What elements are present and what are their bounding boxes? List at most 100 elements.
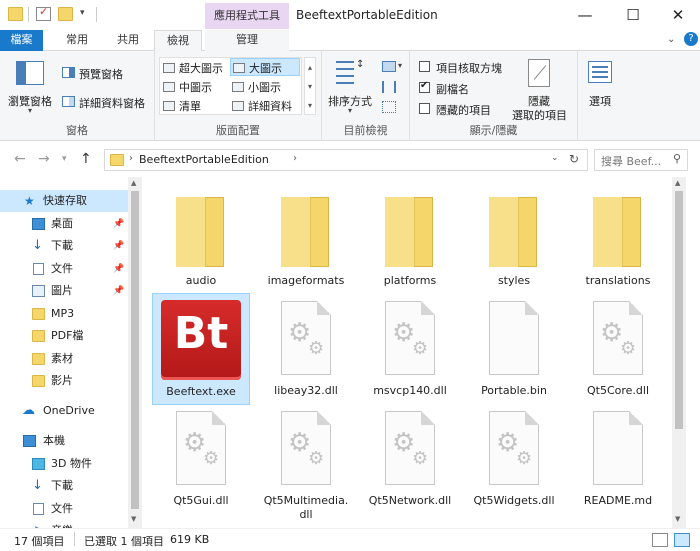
pin-icon[interactable]: 📌 [113,258,124,280]
chevron-down-icon[interactable]: ▾ [398,61,402,70]
options-icon[interactable] [588,61,612,83]
hide-selected-line2[interactable]: 選取的項目 [512,107,567,123]
address-dropdown-icon[interactable]: ⌄ [551,153,559,163]
tab-manage[interactable]: 管理 [205,30,289,51]
nav-item-onedrive[interactable]: ☁ OneDrive [0,400,128,422]
file-list-scroll-thumb[interactable] [675,191,683,429]
layout-gallery-scroll[interactable]: ▴ ▾ ▾ [304,57,316,115]
tab-share[interactable]: 共用 [104,30,152,51]
nav-item-materials[interactable]: 素材 [0,348,128,370]
nav-pane-scrollbar[interactable]: ▲ ▼ [128,177,142,528]
nav-item-downloads-pc[interactable]: ↓ 下載 [0,475,128,497]
navigation-pane: ★ 快速存取 桌面 📌 ↓ 下載 📌 文件 📌 圖片 📌 MP3 PDF檔 素材… [0,177,142,528]
file-item-audio[interactable]: audio [152,183,250,295]
file-item-qt5widgets-dll[interactable]: ⚙ ⚙ Qt5Widgets.dll [465,403,563,515]
hidden-items-checkbox[interactable] [419,103,430,114]
tab-view[interactable]: 檢視 [154,30,202,52]
file-item-qt5network-dll[interactable]: ⚙ ⚙ Qt5Network.dll [361,403,459,515]
item-check-boxes-checkbox[interactable] [419,61,430,72]
nav-item-3d-objects[interactable]: 3D 物件 [0,453,128,475]
file-list-scrollbar[interactable]: ▲ ▼ [672,177,686,528]
maximize-button[interactable]: ☐ [610,0,656,30]
options-button[interactable]: 選項 [589,93,611,109]
nav-item-quick-access[interactable]: ★ 快速存取 [0,190,128,212]
file-item-qt5core-dll[interactable]: ⚙ ⚙ Qt5Core.dll [569,293,667,405]
nav-item-documents[interactable]: 文件 📌 [0,258,128,280]
up-arrow-icon[interactable]: ↑ [80,151,92,167]
close-button[interactable]: ✕ [655,0,700,30]
file-item-readme-md[interactable]: README.md [569,403,667,515]
layout-small-icons[interactable]: 小圖示 [232,79,281,95]
help-icon[interactable]: ? [684,32,698,46]
layout-extra-large-icons[interactable]: 超大圖示 [163,60,223,76]
file-item-platforms[interactable]: platforms [361,183,459,295]
size-columns-icon[interactable] [382,101,396,113]
pin-icon[interactable]: 📌 [113,213,124,235]
details-pane-button[interactable]: 詳細資料窗格 [79,95,145,111]
file-item-imageformats[interactable]: imageformats [257,183,355,295]
nav-item-desktop[interactable]: 桌面 📌 [0,213,128,235]
nav-item-downloads[interactable]: ↓ 下載 📌 [0,235,128,257]
refresh-icon[interactable]: ↻ [569,152,579,166]
forward-arrow-icon[interactable]: → [38,151,50,167]
nav-item-videos[interactable]: 影片 [0,370,128,392]
layout-list[interactable]: 清單 [163,98,201,114]
group-by-icon[interactable] [382,61,396,72]
file-item-portable-bin[interactable]: Portable.bin [465,293,563,405]
file-item-translations[interactable]: translations [569,183,667,295]
breadcrumb-current[interactable]: BeeftextPortableEdition [139,153,269,166]
breadcrumb-separator-icon[interactable]: › [293,153,297,164]
file-item-styles[interactable]: styles [465,183,563,295]
tab-home[interactable]: 常用 [53,30,101,51]
pin-icon[interactable]: 📌 [113,235,124,257]
file-icon [593,411,643,485]
tab-file[interactable]: 檔案 [0,30,43,51]
hide-selected-items-icon[interactable] [528,59,550,87]
file-item-libeay32-dll[interactable]: ⚙ ⚙ libeay32.dll [257,293,355,405]
search-icon[interactable]: ⚲ [673,152,681,165]
preview-pane-button[interactable]: 預覽窗格 [79,66,123,82]
nav-item-pictures[interactable]: 圖片 📌 [0,280,128,302]
file-item-qt5gui-dll[interactable]: ⚙ ⚙ Qt5Gui.dll [152,403,250,515]
search-box[interactable]: 搜尋 Beef... ⚲ [594,149,688,171]
file-item-beeftext-exe[interactable]: Bt Beeftext.exe [152,293,250,405]
new-folder-icon[interactable] [58,7,73,21]
scroll-up-icon[interactable]: ▲ [675,179,680,187]
chevron-down-icon[interactable]: ▾ [348,106,352,115]
layout-details[interactable]: 詳細資料 [232,98,292,114]
breadcrumb-separator-icon: › [129,153,133,164]
layout-group: 超大圖示 大圖示 中圖示 小圖示 清單 詳細資料 ▴ ▾ ▾ 版面配置 [155,51,322,141]
navigation-pane-icon[interactable] [16,61,44,85]
large-icons-view-icon[interactable] [674,533,690,547]
nav-pane-scroll-thumb[interactable] [131,191,139,509]
address-bar[interactable]: › BeeftextPortableEdition › ⌄ ↻ [104,149,588,171]
layout-medium-icons[interactable]: 中圖示 [163,79,212,95]
collapse-ribbon-icon[interactable]: ⌄ [667,34,675,45]
scroll-up-icon[interactable]: ▲ [131,179,136,187]
scroll-down-icon[interactable]: ▼ [131,515,136,523]
nav-item-pdf[interactable]: PDF檔 [0,325,128,347]
file-name-label: Qt5Gui.dll [173,494,229,507]
properties-icon[interactable]: ✓ [36,5,51,21]
nav-item-this-pc[interactable]: 本機 [0,430,128,452]
folder-icon [32,375,45,387]
scroll-down-icon[interactable]: ▼ [675,515,680,523]
download-arrow-icon: ↓ [32,478,43,493]
chevron-down-icon[interactable]: ▾ [28,106,32,115]
details-view-icon[interactable] [652,533,668,547]
minimize-button[interactable]: — [562,0,608,30]
search-input-placeholder[interactable]: 搜尋 Beef... [601,153,661,169]
pin-icon[interactable]: 📌 [113,280,124,302]
nav-item-documents-pc[interactable]: 文件 [0,498,128,520]
back-arrow-icon[interactable]: ← [14,151,26,167]
layout-large-icons[interactable]: 大圖示 [230,58,300,76]
nav-item-music[interactable]: ♪ 音樂 [0,520,128,528]
quick-access-dropdown-icon[interactable]: ▾ [80,8,85,18]
file-item-qt5multimedia-dll[interactable]: ⚙ ⚙ Qt5Multimedia.dll [257,403,355,521]
add-columns-icon[interactable] [382,81,396,93]
file-name-extensions-checkbox[interactable] [419,80,430,93]
sort-by-icon[interactable]: ↕ [336,59,364,87]
recent-locations-icon[interactable]: ▾ [62,154,67,164]
file-item-msvcp140-dll[interactable]: ⚙ ⚙ msvcp140.dll [361,293,459,405]
nav-item-mp3[interactable]: MP3 [0,303,128,325]
